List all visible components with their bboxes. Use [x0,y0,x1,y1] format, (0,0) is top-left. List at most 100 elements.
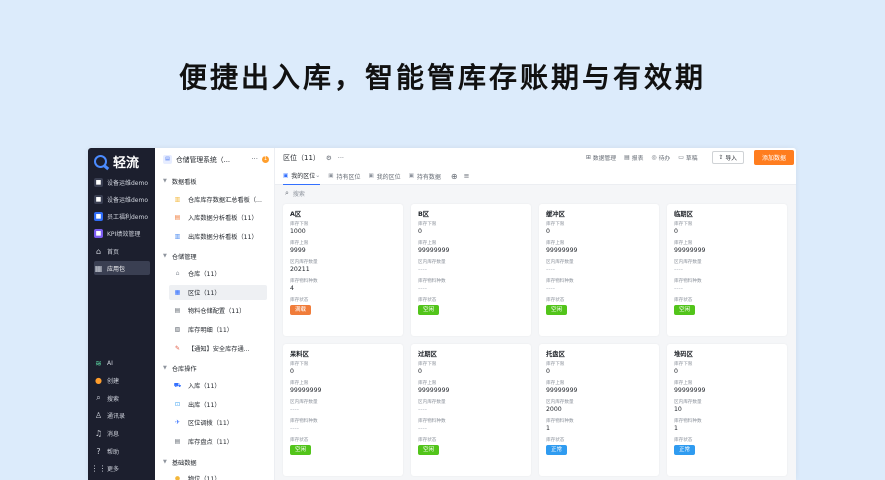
field-label: 区内库存数量 [674,400,702,405]
card-field: 库存下限 0 [674,221,780,238]
tree-item[interactable]: ⊡ 出库（11） [169,397,267,412]
add-data-button[interactable]: 添加数据 [753,150,794,165]
nav-item-label: 设备运维demo [107,196,149,204]
tree-group[interactable]: ▼ 基础数据 [163,457,197,467]
field-value: 4 [290,285,294,292]
report-label: 报表 [631,156,644,162]
card-field: 库存物料种数 ---- [674,278,780,295]
tree-group[interactable]: ▼ 数据看板 [163,176,197,186]
status-badge: 空闲 [418,305,440,315]
todo-link[interactable]: ◎ 待办 [651,153,670,162]
nav-bottom-5[interactable]: ? 帮助 [94,444,150,458]
zone-card[interactable]: 过期区 库存下限 0 库存上限 99999999 区内库存数量 ---- 库存物料种数 ----… [411,344,531,476]
field-label: 库存物料种数 [418,419,446,424]
nav-bottom-2[interactable]: ⌕ 搜索 [94,391,150,405]
zone-card[interactable]: 堆码区 库存下限 0 库存上限 99999999 区内库存数量 10 库存物料种数 1 库存状态正… [667,344,787,476]
tree-item[interactable]: ▥ 出库数据分析看板（11） [169,229,267,244]
form-icon: ▥ [174,196,181,203]
nav-item-label: KPI绩效管理 [107,230,141,238]
nav-bottom-0[interactable]: ≋ AI [94,356,150,370]
report-link[interactable]: ▤ 报表 [624,153,643,162]
settings-icon[interactable]: ⚙ [326,154,332,162]
zone-card[interactable]: 缓冲区 库存下限 0 库存上限 99999999 区内库存数量 ---- 库存物料种数 ----… [539,204,659,336]
data-manage-link[interactable]: ⊞ 数据管理 [586,153,616,162]
notification-badge[interactable]: 1 [262,155,269,163]
tree-group-label: 仓储管理 [171,253,197,261]
field-label: 库存上限 [290,241,309,246]
app-icon: ■ [94,228,103,238]
tree-item[interactable]: ▤ 物料仓储配置（11） [169,303,267,318]
form-icon: ✈ [174,419,181,426]
import-button[interactable]: ⇪ 导入 [711,151,744,164]
nav-item-1[interactable]: ■ 设备运维demo [94,192,150,206]
nav-item-5[interactable]: ▦ 应用包 [94,261,150,275]
card-field: 区内库存数量 ---- [290,399,396,416]
tree-item[interactable]: ▤ 库存盘点（11） [169,434,267,449]
card-field: 库存状态 满载 [290,297,396,315]
view-tab[interactable]: ▣ 持有数据 [409,168,441,185]
tree-item[interactable]: ▦ 区位（11） [169,285,267,300]
field-label: 库存上限 [418,381,437,386]
ai-icon: ≋ [95,358,102,368]
view-list-icon[interactable]: ≡ [464,172,470,180]
zone-card[interactable]: 临期区 库存下限 0 库存上限 99999999 区内库存数量 ---- 库存物料种数 ----… [667,204,787,336]
nav-item-0[interactable]: ■ 设备运维demo [94,175,150,189]
tree-item[interactable]: ▧ 库存明细（11） [169,322,267,337]
field-label: 区内库存数量 [546,260,574,265]
zone-card[interactable]: B区 库存下限 0 库存上限 99999999 区内库存数量 ---- 库存物料种数 ---- 库… [411,204,531,336]
field-value: 1000 [290,228,306,235]
field-label: 库存状态 [418,438,437,443]
field-label: 区内库存数量 [290,400,318,405]
app-title[interactable]: 仓储管理系统（... [176,154,247,164]
field-value: 99999999 [674,247,706,254]
nav-bottom-3[interactable]: ♙ 通讯录 [94,409,150,423]
chevron-down-icon[interactable]: ⌄ [315,172,320,179]
view-tab[interactable]: ▣ 我的区位 [368,168,400,185]
field-value: 0 [418,228,422,235]
nav-bottom-4[interactable]: ♫ 消息 [94,426,150,440]
tree-item[interactable]: ▥ 仓库库存数据汇总看板（... [169,192,267,207]
tree-item[interactable]: ✈ 区位调拨（11） [169,415,267,430]
tree-item-label: 出库（11） [188,402,221,409]
tree-group[interactable]: ▼ 仓储管理 [163,251,197,261]
tree-header: ▤ 仓储管理系统（... ··· 1 [163,153,269,165]
nav-item-label: 应用包 [107,265,126,273]
card-field: 区内库存数量 ---- [418,259,524,276]
draft-link[interactable]: ▭ 草稿 [678,153,697,162]
nav-bottom-1[interactable]: ● 创建 [94,374,150,388]
app-icon: ▤ [163,154,172,164]
tree-item[interactable]: ✎ 【通知】安全库存通... [169,341,267,356]
zone-card[interactable]: 呆料区 库存下限 0 库存上限 99999999 区内库存数量 ---- 库存物料种数 ----… [283,344,403,476]
card-field: 区内库存数量 10 [674,399,780,416]
form-icon: ✎ [174,345,181,352]
more-icon[interactable]: ··· [251,155,258,163]
nav-item-2[interactable]: ■ 员工福利demo [94,209,150,223]
tree-item[interactable]: ● 物位（11） [169,471,267,480]
zone-card[interactable]: 托盘区 库存下限 0 库存上限 99999999 区内库存数量 2000 库存物料种数 1 库存状… [539,344,659,476]
main-content: 区位（11） ⚙ ··· ⊞ 数据管理 ▤ 报表 ◎ 待办 ▭ 草稿 ⇪ 导入 添加数据 ▣ 我的… [275,148,796,480]
nav-item-4[interactable]: ⌂ 首页 [94,244,150,258]
tree-item-label: 库存明细（11） [188,327,233,334]
view-tab[interactable]: ▣ 我的区位 ⌄ [283,168,321,185]
view-tab[interactable]: ▣ 持有区位 [328,168,360,185]
field-label: 库存状态 [418,298,437,303]
tree-item[interactable]: ⛟ 入库（11） [169,378,267,393]
nav-bottom-6[interactable]: ⋮⋮ 更多 [91,462,150,476]
zone-card[interactable]: A区 库存下限 1000 库存上限 9999 区内库存数量 20211 库存物料种数 4 库存状态… [283,204,403,336]
home-icon: ⌂ [95,246,102,256]
search-input[interactable]: ⌕ 搜索 [285,188,305,198]
tree-item[interactable]: ⌂ 仓库（11） [169,266,267,281]
card-field: 库存下限 0 [418,221,524,238]
field-label: 库存下限 [418,222,437,227]
field-value: ---- [418,425,427,432]
zone-card-title: 缓冲区 [546,211,565,218]
add-view-icon[interactable]: ⊕ [451,172,458,181]
page-title: 区位（11） [283,154,320,162]
nav-item-3[interactable]: ■ KPI绩效管理 [94,226,150,240]
nav-bottom-label: AI [107,359,113,367]
tree-item[interactable]: ▤ 入库数据分析看板（11） [169,210,267,225]
more-icon[interactable]: ··· [338,154,344,162]
tree-group[interactable]: ▼ 仓库操作 [163,363,197,373]
nav-bottom-label: 帮助 [107,448,120,456]
logo[interactable]: 轻流 [94,152,139,171]
